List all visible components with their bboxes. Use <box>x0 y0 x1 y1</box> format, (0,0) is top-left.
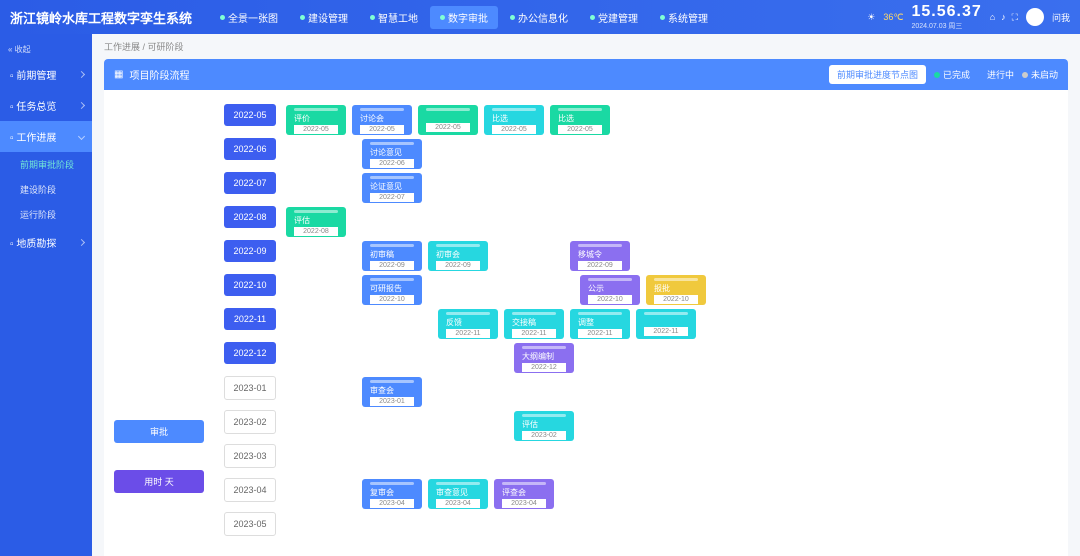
timeline-row: 2022-05评价2022-05讨论会2022-05 2022-05比选2022… <box>224 104 1058 136</box>
month-label: 2022-05 <box>224 104 276 126</box>
sidebar-item[interactable]: ▫ 地质勘探 <box>0 227 92 258</box>
legend-item: 已完成 <box>934 68 970 81</box>
date: 2024.07.03 周三 <box>911 21 981 31</box>
sidebar-sub[interactable]: 建设阶段 <box>0 177 92 202</box>
sidebar-item[interactable]: ▫ 任务总览 <box>0 90 92 121</box>
flow-node[interactable]: 报批2022-10 <box>646 275 706 305</box>
phase-block-approval[interactable]: 审批 <box>114 420 204 443</box>
flow-node[interactable]: 讨论意见2022-06 <box>362 139 422 169</box>
legend-item: 进行中 <box>978 68 1014 81</box>
breadcrumb: 工作进展 / 可研阶段 <box>92 34 1080 59</box>
sidebar: « 收起 ▫ 前期管理▫ 任务总览▫ 工作进展前期审批阶段建设阶段运行阶段▫ 地… <box>0 34 92 556</box>
timeline-row: 2023-04 复审会2023-04审查意见2023-04评查会2023-04 <box>224 478 1058 510</box>
stage-button[interactable]: 前期审批进度节点图 <box>829 65 926 84</box>
timeline-row: 2023-01 审查会2023-01 <box>224 376 1058 408</box>
timeline-row: 2023-02 评估2023-02 <box>224 410 1058 442</box>
sidebar-item[interactable]: ▫ 工作进展 <box>0 121 92 152</box>
nav-智慧工地[interactable]: 智慧工地 <box>360 6 428 29</box>
timeline: 审批 用时 天 2022-05 评价2022-05讨论会2022-05 2022-… <box>104 90 1068 556</box>
header-right: ☀ 36℃ 15.56.37 2024.07.03 周三 ⌂ ♪ ⛶ 问我 <box>867 3 1070 31</box>
nav-全景一张图[interactable]: 全景一张图 <box>210 6 288 29</box>
month-label: 2022-08 <box>224 206 276 228</box>
flow-node[interactable]: 大纲编制2022-12 <box>514 343 574 373</box>
expand-icon[interactable]: ⛶ <box>1012 12 1018 23</box>
timeline-row: 2023-05 <box>224 512 1058 544</box>
timeline-row: 2022-11 反馈2022-11交接稿2022-11调整2022-11 2022… <box>224 308 1058 340</box>
clock: 15.56.37 <box>911 3 981 21</box>
timeline-row: 2022-07 论证意见2022-07 <box>224 172 1058 204</box>
bell-icon[interactable]: ♪ <box>1001 12 1006 23</box>
flow-node[interactable]: 调整2022-11 <box>570 309 630 339</box>
month-label: 2022-07 <box>224 172 276 194</box>
sidebar-sub[interactable]: 运行阶段 <box>0 202 92 227</box>
flow-node[interactable]: 复审会2023-04 <box>362 479 422 509</box>
month-label: 2023-03 <box>224 444 276 468</box>
sidebar-sub[interactable]: 前期审批阶段 <box>0 152 92 177</box>
nav-数字审批[interactable]: 数字审批 <box>430 6 498 29</box>
panel-icon: ▦ <box>114 69 123 80</box>
flow-node[interactable]: 比选2022-05 <box>484 105 544 135</box>
timeline-row: 2022-09 初审稿2022-09初审会2022-09 移城令2022-09 <box>224 240 1058 272</box>
month-label: 2023-01 <box>224 376 276 400</box>
timeline-row: 2022-10 可研报告2022-10 公示2022-10报批2022-10 <box>224 274 1058 306</box>
nav-系统管理[interactable]: 系统管理 <box>650 6 718 29</box>
flow-node[interactable]: 论证意见2022-07 <box>362 173 422 203</box>
flow-node[interactable]: 可研报告2022-10 <box>362 275 422 305</box>
flow-node[interactable]: 比选2022-05 <box>550 105 610 135</box>
panel-title: 项目阶段流程 <box>129 67 189 82</box>
flow-node[interactable]: 2022-05 <box>418 105 478 135</box>
flow-node[interactable]: 初审会2022-09 <box>428 241 488 271</box>
app-header: 浙江镜岭水库工程数字孪生系统 全景一张图建设管理智慧工地数字审批办公信息化党建管… <box>0 0 1080 34</box>
timeline-row: 2022-12 大纲编制2022-12 <box>224 342 1058 374</box>
month-label: 2023-04 <box>224 478 276 502</box>
month-label: 2022-11 <box>224 308 276 330</box>
flow-node[interactable]: 交接稿2022-11 <box>504 309 564 339</box>
panel-header: ▦ 项目阶段流程 前期审批进度节点图 已完成进行中未启动 <box>104 59 1068 90</box>
main-content: 工作进展 / 可研阶段 ▦ 项目阶段流程 前期审批进度节点图 已完成进行中未启动… <box>92 34 1080 556</box>
sidebar-item[interactable]: ▫ 前期管理 <box>0 59 92 90</box>
month-label: 2022-09 <box>224 240 276 262</box>
timeline-row: 2022-06 讨论意见2022-06 <box>224 138 1058 170</box>
flow-node[interactable]: 反馈2022-11 <box>438 309 498 339</box>
nav-办公信息化[interactable]: 办公信息化 <box>500 6 578 29</box>
month-label: 2023-05 <box>224 512 276 536</box>
flow-node[interactable]: 评估2023-02 <box>514 411 574 441</box>
weather-icon: ☀ <box>867 12 875 23</box>
username[interactable]: 问我 <box>1052 11 1070 24</box>
sidebar-collapse[interactable]: « 收起 <box>0 40 92 59</box>
top-nav: 全景一张图建设管理智慧工地数字审批办公信息化党建管理系统管理 <box>210 6 867 29</box>
timeline-row: 2023-03 <box>224 444 1058 476</box>
flow-node[interactable]: 评查会2023-04 <box>494 479 554 509</box>
phase-block-duration: 用时 天 <box>114 470 204 493</box>
flow-node[interactable]: 公示2022-10 <box>580 275 640 305</box>
legend-item: 未启动 <box>1022 68 1058 81</box>
header-icons: ⌂ ♪ ⛶ <box>990 12 1018 23</box>
flow-node[interactable]: 评估2022-08 <box>286 207 346 237</box>
flow-node[interactable]: 初审稿2022-09 <box>362 241 422 271</box>
flow-node[interactable]: 移城令2022-09 <box>570 241 630 271</box>
nav-党建管理[interactable]: 党建管理 <box>580 6 648 29</box>
month-label: 2023-02 <box>224 410 276 434</box>
timeline-row: 2022-08 评估2022-08 <box>224 206 1058 238</box>
app-logo: 浙江镜岭水库工程数字孪生系统 <box>10 8 192 27</box>
month-label: 2022-06 <box>224 138 276 160</box>
flow-node[interactable]: 审查会2023-01 <box>362 377 422 407</box>
temperature: 36℃ <box>883 12 903 23</box>
flow-node[interactable]: 评价2022-05 <box>286 105 346 135</box>
month-label: 2022-12 <box>224 342 276 364</box>
flow-node[interactable]: 讨论会2022-05 <box>352 105 412 135</box>
timeline-panel: ▦ 项目阶段流程 前期审批进度节点图 已完成进行中未启动 审批 用时 天 202… <box>104 59 1068 556</box>
flow-node[interactable]: 2022-11 <box>636 309 696 339</box>
flow-node[interactable]: 审查意见2023-04 <box>428 479 488 509</box>
avatar[interactable] <box>1026 8 1044 26</box>
home-icon[interactable]: ⌂ <box>990 12 995 23</box>
month-label: 2022-10 <box>224 274 276 296</box>
nav-建设管理[interactable]: 建设管理 <box>290 6 358 29</box>
